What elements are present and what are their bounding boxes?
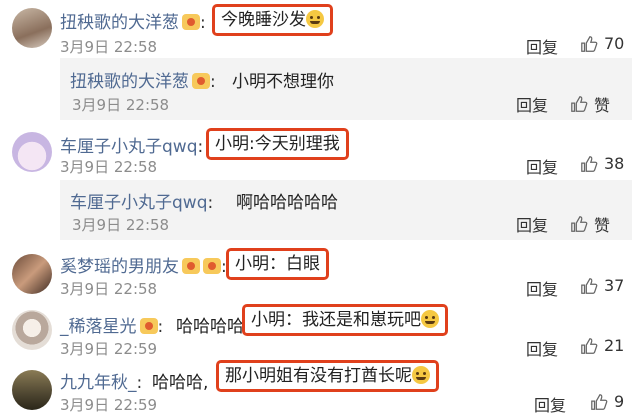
reply-button[interactable]: 回复 <box>526 276 558 300</box>
highlighted-text: 小明:今天别理我 <box>206 128 349 160</box>
avatar[interactable] <box>12 310 52 350</box>
comment-item: 扭秧歌的大洋葱: 今晚睡沙发 3月9日 22:58 回复 70 扭秧歌的大洋葱:… <box>0 0 640 120</box>
vip-badge-icon <box>182 258 200 274</box>
highlighted-text: 那小明姐有没有打酋长呢 <box>216 360 439 392</box>
like-button[interactable]: 赞 <box>570 212 610 236</box>
sub-reply-time: 3月9日 22:58 <box>72 96 170 114</box>
sub-reply-author[interactable]: 扭秧歌的大洋葱: <box>70 67 216 92</box>
like-button[interactable]: 37 <box>580 276 624 295</box>
smile-emoji-icon <box>421 310 439 328</box>
smile-emoji-icon <box>306 10 324 28</box>
comment-item: _稀落星光: 哈哈哈哈 小明：我还是和崽玩吧 3月9日 22:59 回复 21 <box>0 300 640 359</box>
comment-item: 车厘子小丸子qwq: 小明:今天别理我 3月9日 22:58 回复 38 车厘子… <box>0 124 640 240</box>
thumbs-up-icon <box>581 35 598 52</box>
comment-item: 九九年秋_: 哈哈哈, 那小明姐有没有打酋长呢 3月9日 22:59 回复 9 <box>0 358 640 416</box>
comment-author[interactable]: 车厘子小丸子qwq: <box>60 132 203 157</box>
like-button[interactable]: 9 <box>590 392 624 411</box>
comment-author[interactable]: 九九年秋_: <box>60 368 142 393</box>
avatar[interactable] <box>12 132 52 172</box>
reply-button[interactable]: 回复 <box>526 34 558 58</box>
comment-time: 3月9日 22:58 <box>60 158 158 176</box>
comment-time: 3月9日 22:59 <box>60 396 158 414</box>
comment-time: 3月9日 22:59 <box>60 340 158 358</box>
avatar[interactable] <box>12 8 52 48</box>
grin-emoji-icon <box>412 366 430 384</box>
avatar[interactable] <box>12 370 52 410</box>
comment-text: 小明：我还是和崽玩吧 <box>242 304 448 336</box>
comment-prefix-text: 哈哈哈哈 <box>176 317 244 337</box>
vip-badge-icon <box>182 14 200 30</box>
comment-text: 小明：白眼 <box>226 248 329 280</box>
sub-reply-time: 3月9日 22:58 <box>72 216 170 234</box>
sub-reply: 车厘子小丸子qwq: 啊哈哈哈哈哈 3月9日 22:58 回复 赞 <box>60 180 632 240</box>
avatar[interactable] <box>12 254 52 294</box>
comment-author[interactable]: 奚梦瑶的男朋友: <box>60 252 227 277</box>
reply-button[interactable]: 回复 <box>526 336 558 360</box>
comment-text: 今晚睡沙发 <box>212 4 333 36</box>
highlighted-text: 小明：我还是和崽玩吧 <box>242 304 448 336</box>
sub-reply-author[interactable]: 车厘子小丸子qwq: <box>70 188 213 213</box>
reply-button[interactable]: 回复 <box>526 154 558 178</box>
vip-badge-icon <box>192 73 210 89</box>
comment-author[interactable]: _稀落星光: <box>60 312 163 337</box>
comment-author[interactable]: 扭秧歌的大洋葱: <box>60 8 206 33</box>
vip-badge-icon <box>139 318 158 334</box>
highlighted-text: 小明：白眼 <box>226 248 329 280</box>
sub-reply-text: 啊哈哈哈哈哈 <box>236 193 338 213</box>
like-button[interactable]: 21 <box>580 336 624 355</box>
thumbs-up-icon <box>581 277 598 294</box>
comment-time: 3月9日 22:58 <box>60 38 158 56</box>
sub-reply: 扭秧歌的大洋葱: 小明不想理你 3月9日 22:58 回复 赞 <box>60 58 632 120</box>
like-button[interactable]: 赞 <box>570 92 610 116</box>
comment-text: 那小明姐有没有打酋长呢 <box>216 360 439 392</box>
highlighted-text: 今晚睡沙发 <box>212 4 333 36</box>
comment-item: 奚梦瑶的男朋友: 小明：白眼 3月9日 22:58 回复 37 <box>0 244 640 300</box>
thumbs-up-icon <box>571 96 588 112</box>
comment-text: 小明:今天别理我 <box>206 128 349 160</box>
reply-button[interactable]: 回复 <box>516 212 548 236</box>
thumbs-up-icon <box>581 155 598 172</box>
sub-reply-text: 小明不想理你 <box>232 72 334 92</box>
thumbs-up-icon <box>591 393 608 410</box>
reply-button[interactable]: 回复 <box>516 92 548 116</box>
vip-badge-icon <box>203 258 221 274</box>
like-button[interactable]: 38 <box>580 154 624 173</box>
thumbs-up-icon <box>581 337 598 354</box>
thumbs-up-icon <box>571 216 588 232</box>
reply-button[interactable]: 回复 <box>534 392 566 416</box>
comment-prefix-text: 哈哈哈, <box>152 373 209 393</box>
comment-time: 3月9日 22:58 <box>60 280 158 298</box>
like-button[interactable]: 70 <box>580 34 624 53</box>
